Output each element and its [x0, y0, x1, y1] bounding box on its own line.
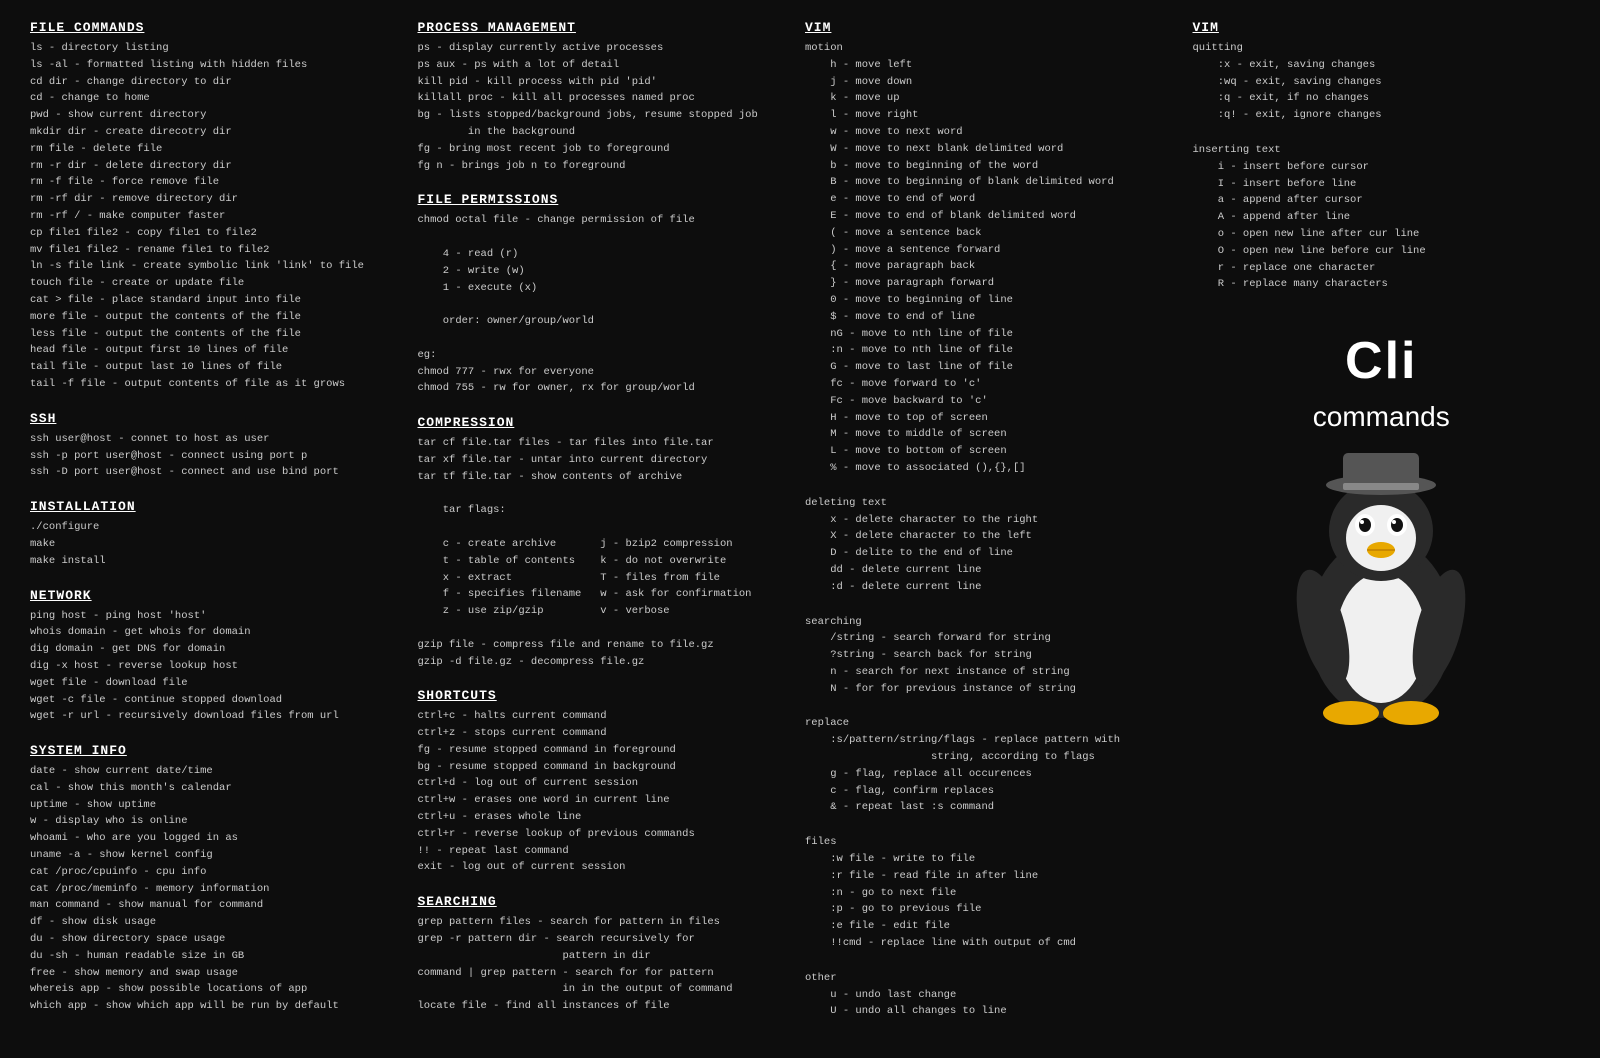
- vim-files-content: files :w file - write to file :r file - …: [805, 834, 1183, 952]
- vim-deleting-content: deleting text x - delete character to th…: [805, 495, 1183, 596]
- shortcuts-title: SHORTCUTS: [418, 688, 796, 703]
- network-content: ping host - ping host 'host' whois domai…: [30, 608, 408, 726]
- vim-other-content: other u - undo last change U - undo all …: [805, 970, 1183, 1020]
- penguin-branding: Cli commands: [1193, 311, 1571, 733]
- vim-replace-content: replace :s/pattern/string/flags - replac…: [805, 715, 1183, 816]
- file-commands-content: ls - directory listing ls -al - formatte…: [30, 40, 408, 393]
- searching-section: SEARCHING grep pattern files - search fo…: [418, 894, 796, 1015]
- vim-inserting-content: inserting text i - insert before cursor …: [1193, 142, 1571, 293]
- system-info-content: date - show current date/time cal - show…: [30, 763, 408, 1015]
- network-title: NETWORK: [30, 588, 408, 603]
- file-perms-title: FILE PERMISSIONS: [418, 192, 796, 207]
- network-section: NETWORK ping host - ping host 'host' who…: [30, 588, 408, 726]
- file-commands-title: FILE COMMANDS: [30, 20, 408, 35]
- vim-quitting-section: VIM quitting :x - exit, saving changes :…: [1193, 20, 1571, 124]
- vim-inserting-section: inserting text i - insert before cursor …: [1193, 142, 1571, 293]
- shortcuts-section: SHORTCUTS ctrl+c - halts current command…: [418, 688, 796, 876]
- file-commands-section: FILE COMMANDS ls - directory listing ls …: [30, 20, 408, 393]
- vim-motion-title: VIM: [805, 20, 1183, 35]
- installation-content: ./configure make make install: [30, 519, 408, 569]
- ssh-section: SSH ssh user@host - connet to host as us…: [30, 411, 408, 481]
- cli-title-text: Cli: [1345, 331, 1417, 391]
- searching-title: SEARCHING: [418, 894, 796, 909]
- vim-replace-section: replace :s/pattern/string/flags - replac…: [805, 715, 1183, 816]
- process-mgmt-section: PROCESS MANAGEMENT ps - display currentl…: [418, 20, 796, 174]
- process-mgmt-title: PROCESS MANAGEMENT: [418, 20, 796, 35]
- file-perms-section: FILE PERMISSIONS chmod octal file - chan…: [418, 192, 796, 397]
- column-4: VIM quitting :x - exit, saving changes :…: [1193, 20, 1571, 1038]
- ssh-title: SSH: [30, 411, 408, 426]
- system-info-section: SYSTEM INFO date - show current date/tim…: [30, 743, 408, 1015]
- cli-subtitle-text: commands: [1313, 401, 1450, 433]
- compression-title: COMPRESSION: [418, 415, 796, 430]
- system-info-title: SYSTEM INFO: [30, 743, 408, 758]
- vim-searching-section: searching /string - search forward for s…: [805, 614, 1183, 698]
- shortcuts-content: ctrl+c - halts current command ctrl+z - …: [418, 708, 796, 876]
- process-mgmt-content: ps - display currently active processes …: [418, 40, 796, 174]
- cli-title-row: Cli: [1345, 331, 1417, 396]
- tux-penguin-icon: [1271, 453, 1491, 733]
- installation-section: INSTALLATION ./configure make make insta…: [30, 499, 408, 569]
- column-2: PROCESS MANAGEMENT ps - display currentl…: [418, 20, 796, 1038]
- vim-searching-content: searching /string - search forward for s…: [805, 614, 1183, 698]
- column-3: VIM motion h - move left j - move down k…: [805, 20, 1183, 1038]
- installation-title: INSTALLATION: [30, 499, 408, 514]
- vim-deleting-section: deleting text x - delete character to th…: [805, 495, 1183, 596]
- vim-quitting-content: quitting :x - exit, saving changes :wq -…: [1193, 40, 1571, 124]
- compression-content: tar cf file.tar files - tar files into f…: [418, 435, 796, 670]
- ssh-content: ssh user@host - connet to host as user s…: [30, 431, 408, 481]
- vim-other-section: other u - undo last change U - undo all …: [805, 970, 1183, 1020]
- vim-motion-content: motion h - move left j - move down k - m…: [805, 40, 1183, 477]
- vim-quitting-title: VIM: [1193, 20, 1571, 35]
- vim-files-section: files :w file - write to file :r file - …: [805, 834, 1183, 952]
- file-perms-content: chmod octal file - change permission of …: [418, 212, 796, 397]
- column-1: FILE COMMANDS ls - directory listing ls …: [30, 20, 408, 1038]
- compression-section: COMPRESSION tar cf file.tar files - tar …: [418, 415, 796, 670]
- vim-motion-section: VIM motion h - move left j - move down k…: [805, 20, 1183, 477]
